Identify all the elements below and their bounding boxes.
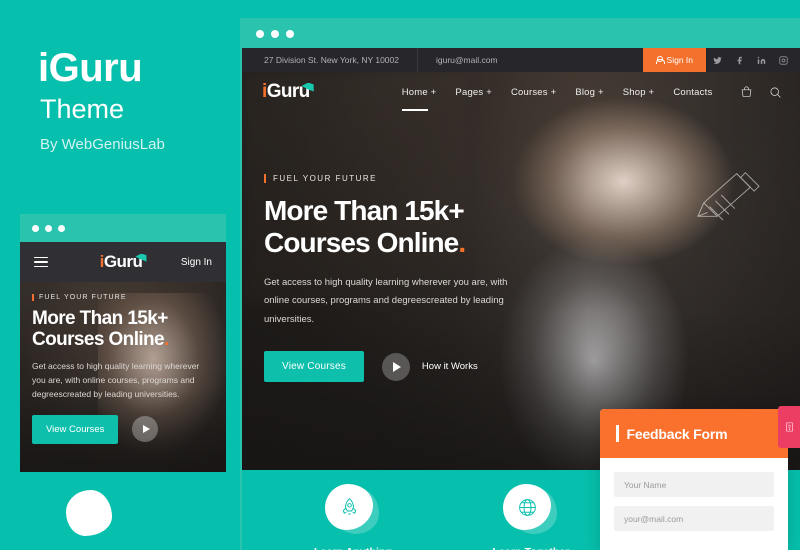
twitter-icon[interactable] xyxy=(706,48,728,72)
nav-item-courses[interactable]: Courses + xyxy=(511,87,556,98)
social-links xyxy=(706,48,800,72)
sign-in-button[interactable]: Sign In xyxy=(642,48,706,72)
nav-item-blog[interactable]: Blog + xyxy=(575,87,603,98)
search-icon[interactable] xyxy=(769,86,782,99)
feature-title: Learn Together xyxy=(442,546,620,550)
window-dot-maximize[interactable] xyxy=(286,30,294,38)
promo-subtitle: Theme xyxy=(40,94,125,124)
hero-cta-group: View Courses How it Works xyxy=(264,351,572,383)
how-it-works-label: How it Works xyxy=(421,361,478,373)
linkedin-icon[interactable] xyxy=(750,48,772,72)
window-dot-close[interactable] xyxy=(32,224,39,232)
mobile-titlebar xyxy=(20,214,226,242)
email-input[interactable]: your@mail.com xyxy=(614,506,774,531)
how-it-works-group[interactable]: How it Works xyxy=(381,352,478,381)
site-topbar: 27 Division St. New York, NY 10002 iguru… xyxy=(242,48,800,72)
window-dot-maximize[interactable] xyxy=(58,224,65,232)
mobile-play-button[interactable] xyxy=(132,416,159,443)
nav-item-shop[interactable]: Shop + xyxy=(623,87,655,98)
promo-title: iGuru xyxy=(38,46,143,90)
headline-dot: . xyxy=(458,227,466,259)
mobile-headline-line1: More Than 15k+ xyxy=(32,308,168,329)
mobile-logo-text: Guru xyxy=(103,252,143,271)
feedback-form-title: Feedback Form xyxy=(626,425,728,442)
mobile-headline-dot: . xyxy=(164,329,169,351)
feature-title: Learn Anything xyxy=(264,546,442,550)
cart-icon[interactable] xyxy=(740,85,753,99)
play-button[interactable] xyxy=(381,352,410,381)
mobile-hero-section: FUEL YOUR FUTURE More Than 15k+ Courses … xyxy=(20,282,226,472)
topbar-email[interactable]: iguru@mail.com xyxy=(418,55,516,65)
mobile-feature-blob-icon xyxy=(66,490,112,536)
mobile-features-section xyxy=(20,472,226,550)
window-dot-minimize[interactable] xyxy=(271,30,279,38)
nav-items: Home + Pages + Courses + Blog + Shop + C… xyxy=(401,87,713,111)
book-icon xyxy=(785,422,793,432)
promo-author: By WebGeniusLab xyxy=(40,136,165,153)
feedback-form-header: Feedback Form xyxy=(600,409,788,458)
window-dot-close[interactable] xyxy=(256,30,264,38)
nav-actions xyxy=(740,85,782,99)
main-navbar: i Guru Home + Pages + Courses + Blog + Sh… xyxy=(242,72,800,112)
feedback-form-panel: Feedback Form Your Name your@mail.com xyxy=(600,409,788,550)
mobile-headline-line2: Courses Online xyxy=(32,329,165,351)
hero-description: Get access to high quality learning wher… xyxy=(264,276,508,325)
mobile-navbar: i Guru Sign In xyxy=(20,242,226,282)
headline-line2: Courses Online xyxy=(264,227,459,259)
pencil-illustration-icon xyxy=(688,164,766,231)
hero-eyebrow: FUEL YOUR FUTURE xyxy=(264,174,572,183)
feedback-toggle-tab[interactable] xyxy=(778,406,800,448)
topbar-address: 27 Division St. New York, NY 10002 xyxy=(264,55,399,65)
headline-line1: More Than 15k+ xyxy=(264,195,465,226)
view-courses-button[interactable]: View Courses xyxy=(264,351,364,383)
user-icon xyxy=(655,55,665,65)
mobile-sign-in-link[interactable]: Sign In xyxy=(181,257,212,268)
hero-headline: More Than 15k+ Courses Online. xyxy=(264,195,572,260)
browser-titlebar xyxy=(242,20,800,48)
instagram-icon[interactable] xyxy=(772,48,794,72)
nav-item-pages[interactable]: Pages + xyxy=(455,87,492,98)
mobile-view-courses-button[interactable]: View Courses xyxy=(32,414,119,444)
mobile-logo[interactable]: i Guru xyxy=(100,252,147,272)
feature-learn-together[interactable]: Learn Together xyxy=(442,470,620,550)
hamburger-menu-icon[interactable] xyxy=(34,256,48,268)
name-input[interactable]: Your Name xyxy=(614,472,774,497)
mobile-preview-window: i Guru Sign In FUEL YOUR FUTURE More Than… xyxy=(18,212,228,550)
mobile-hero-headline: More Than 15k+ Courses Online. xyxy=(32,308,214,351)
site-logo[interactable]: i Guru xyxy=(262,81,314,103)
mobile-hero-description: Get access to high quality learning wher… xyxy=(32,360,200,399)
feature-learn-anything[interactable]: Learn Anything xyxy=(264,470,442,550)
nav-item-contacts[interactable]: Contacts xyxy=(673,87,712,98)
hero-content: FUEL YOUR FUTURE More Than 15k+ Courses … xyxy=(242,112,572,383)
logo-text: Guru xyxy=(266,81,311,102)
feedback-form-body: Your Name your@mail.com xyxy=(600,458,788,550)
feature-icon-wrap xyxy=(503,484,559,536)
facebook-icon[interactable] xyxy=(728,48,750,72)
mobile-hero-eyebrow: FUEL YOUR FUTURE xyxy=(32,294,214,301)
feature-icon-wrap xyxy=(325,484,381,536)
window-dot-minimize[interactable] xyxy=(45,224,52,232)
nav-item-home[interactable]: Home + xyxy=(401,87,437,111)
sign-in-label: Sign In xyxy=(666,55,693,65)
header-accent-bar xyxy=(616,425,619,442)
